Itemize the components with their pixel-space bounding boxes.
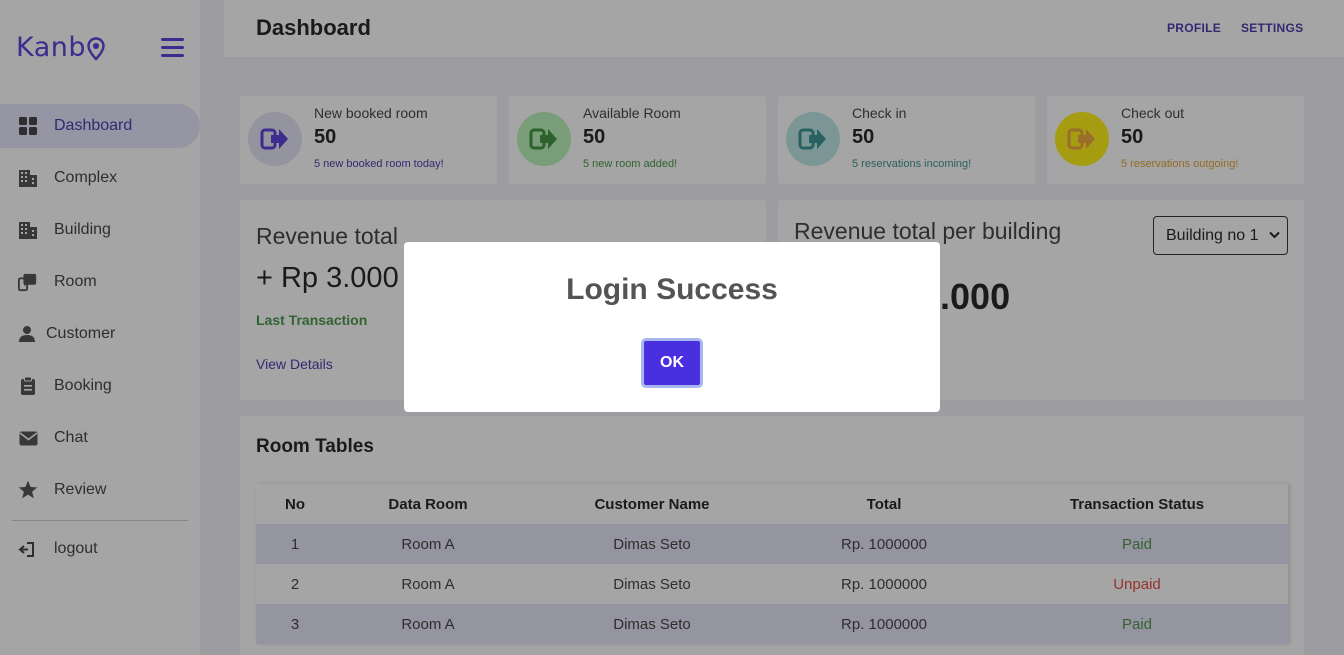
login-success-dialog: Login Success OK <box>404 242 940 412</box>
ok-button[interactable]: OK <box>641 338 703 388</box>
dialog-title: Login Success <box>566 273 778 306</box>
